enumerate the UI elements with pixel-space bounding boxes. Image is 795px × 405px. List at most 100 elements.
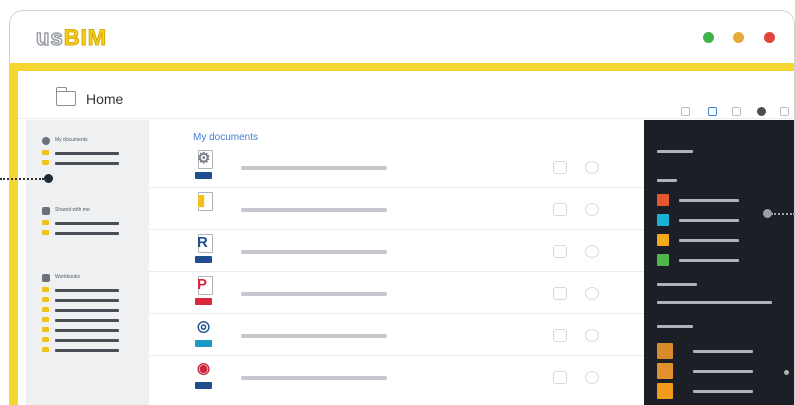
sidebar-section-label: My documents: [55, 137, 88, 143]
logo-prefix: us: [35, 24, 64, 51]
folder-file-icon: ▮: [195, 192, 217, 222]
sidebar: My documents Shared with me Workbooks: [26, 120, 149, 405]
comment-icon[interactable]: [585, 161, 599, 174]
window-dot-red[interactable]: [764, 32, 775, 43]
settings-icon[interactable]: [784, 370, 789, 375]
file-name: [241, 292, 387, 296]
file-name: [241, 334, 387, 338]
sidebar-item-label: [55, 339, 119, 342]
file-name: [241, 208, 387, 212]
settings-icon[interactable]: [757, 107, 766, 116]
sidebar-section-label: Shared with me: [55, 207, 90, 213]
panel-heading: [657, 283, 697, 286]
sidebar-item-label: [55, 289, 119, 292]
window-dot-green[interactable]: [703, 32, 714, 43]
filter-icon[interactable]: [732, 107, 741, 116]
folder-icon: [42, 230, 49, 235]
comment-icon[interactable]: [585, 203, 599, 216]
file-name: [241, 166, 387, 170]
folder-icon: [42, 160, 49, 165]
file-row[interactable]: P: [149, 272, 644, 314]
header-bar: Home: [18, 71, 794, 119]
folder-icon: [42, 337, 49, 342]
pdf-file-icon: P: [195, 276, 217, 306]
swatch-label: [693, 350, 753, 353]
home-folder-icon: [55, 87, 76, 106]
sidebar-item[interactable]: [42, 347, 122, 353]
swatch-label: [679, 219, 739, 222]
sidebar-item[interactable]: [42, 337, 122, 343]
sidebar-item[interactable]: [42, 327, 122, 333]
swatch-label: [679, 199, 739, 202]
comment-icon[interactable]: [585, 287, 599, 300]
sidebar-item-label: [55, 349, 119, 352]
sidebar-item[interactable]: [42, 317, 122, 323]
shared-icon: [42, 207, 50, 215]
title-bar: usBIM: [10, 11, 794, 63]
file-row[interactable]: ⚙: [149, 146, 644, 188]
folder-icon: [42, 307, 49, 312]
file-row[interactable]: ◉: [149, 356, 644, 398]
sidebar-item[interactable]: [42, 220, 122, 226]
callout-marker-left: [44, 174, 53, 183]
edit-icon[interactable]: [553, 287, 567, 300]
folder-icon: [42, 287, 49, 292]
edit-icon[interactable]: [553, 245, 567, 258]
color-swatch[interactable]: [657, 214, 669, 226]
edit-icon[interactable]: [553, 329, 567, 342]
section-title: My documents: [193, 132, 259, 143]
edit-icon[interactable]: [553, 161, 567, 174]
comment-icon[interactable]: [585, 245, 599, 258]
ifc-file-icon: ⚙: [195, 150, 217, 180]
edit-icon[interactable]: [553, 203, 567, 216]
panel-heading: [657, 150, 693, 153]
user-icon: [42, 137, 50, 145]
sidebar-item-label: [55, 319, 119, 322]
color-swatch[interactable]: [657, 343, 673, 359]
color-swatch[interactable]: [657, 254, 669, 266]
app-frame: Home My documents Shared with me Workboo…: [10, 63, 794, 405]
sidebar-section-label: Workbooks: [55, 274, 80, 280]
app-content: Home My documents Shared with me Workboo…: [18, 71, 794, 405]
model-file-icon: ◉: [195, 360, 217, 390]
app-logo: usBIM: [35, 24, 107, 51]
sidebar-item-label: [55, 162, 119, 165]
file-row[interactable]: R: [149, 230, 644, 272]
sidebar-item[interactable]: [42, 297, 122, 303]
swatch-label: [679, 259, 739, 262]
sidebar-item[interactable]: [42, 150, 122, 156]
file-row[interactable]: ▮: [149, 188, 644, 230]
sidebar-item-label: [55, 222, 119, 225]
sidebar-item[interactable]: [42, 307, 122, 313]
page-title: Home: [86, 91, 124, 107]
color-swatch[interactable]: [657, 194, 669, 206]
file-name: [241, 250, 387, 254]
folder-icon: [42, 220, 49, 225]
callout-line-left: [0, 178, 44, 180]
swatch-label: [679, 239, 739, 242]
color-swatch[interactable]: [657, 383, 673, 399]
sidebar-item[interactable]: [42, 230, 122, 236]
more-icon[interactable]: [780, 107, 789, 116]
comment-icon[interactable]: [585, 329, 599, 342]
folder-icon: [42, 297, 49, 302]
sidebar-item[interactable]: [42, 287, 122, 293]
folder-icon: [42, 327, 49, 332]
edit-icon[interactable]: [553, 371, 567, 384]
sidebar-item[interactable]: [42, 160, 122, 166]
revit-file-icon: R: [195, 234, 217, 264]
properties-panel: [644, 120, 794, 405]
grid-view-icon[interactable]: [681, 107, 690, 116]
color-swatch[interactable]: [657, 234, 669, 246]
file-row[interactable]: ◎: [149, 314, 644, 356]
list-view-icon[interactable]: [708, 107, 717, 116]
panel-divider: [657, 301, 772, 304]
window-dot-orange[interactable]: [733, 32, 744, 43]
color-swatch[interactable]: [657, 363, 673, 379]
sidebar-item-label: [55, 299, 119, 302]
swatch-label: [693, 370, 753, 373]
sidebar-item-label: [55, 329, 119, 332]
comment-icon[interactable]: [585, 371, 599, 384]
file-name: [241, 376, 387, 380]
folder-icon: [42, 150, 49, 155]
